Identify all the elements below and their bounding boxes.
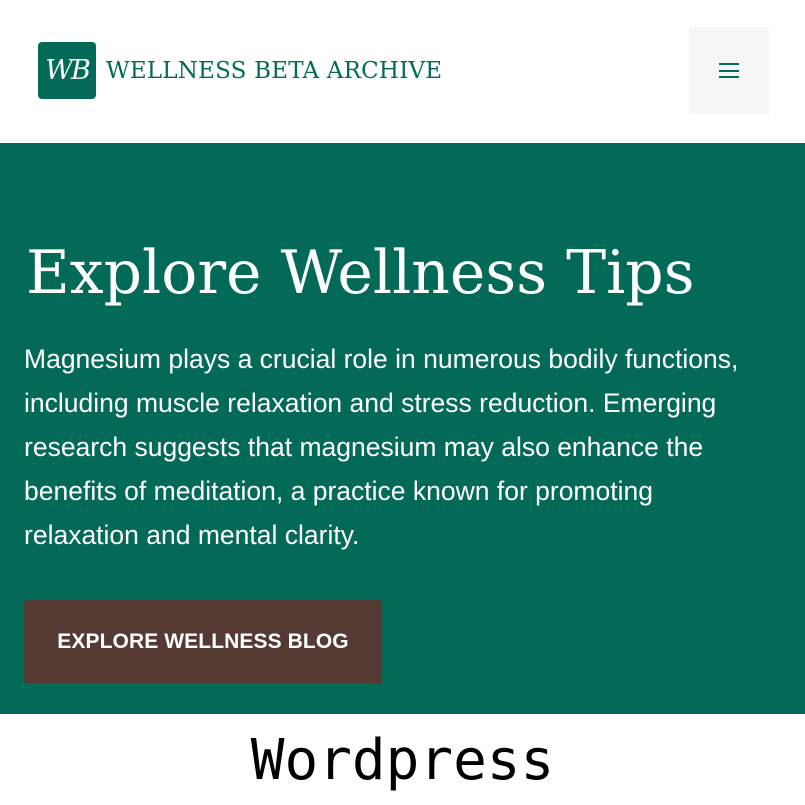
hero-title: Explore Wellness Tips xyxy=(26,238,695,308)
platform-caption: Wordpress xyxy=(0,714,805,805)
explore-wellness-blog-button[interactable]: EXPLORE WELLNESS BLOG xyxy=(24,600,382,683)
site-title: WELLNESS BETA ARCHIVE xyxy=(106,57,443,84)
site-brand-link[interactable]: WB WELLNESS BETA ARCHIVE xyxy=(38,42,442,99)
hamburger-menu-icon xyxy=(719,63,739,78)
menu-toggle-button[interactable] xyxy=(689,27,769,114)
site-header: WB WELLNESS BETA ARCHIVE xyxy=(0,0,805,143)
site-logo: WB xyxy=(38,42,96,99)
logo-text: WB xyxy=(45,55,91,86)
hero-section: Explore Wellness Tips Magnesium plays a … xyxy=(0,143,805,714)
hero-description: Magnesium plays a crucial role in numero… xyxy=(24,344,739,550)
